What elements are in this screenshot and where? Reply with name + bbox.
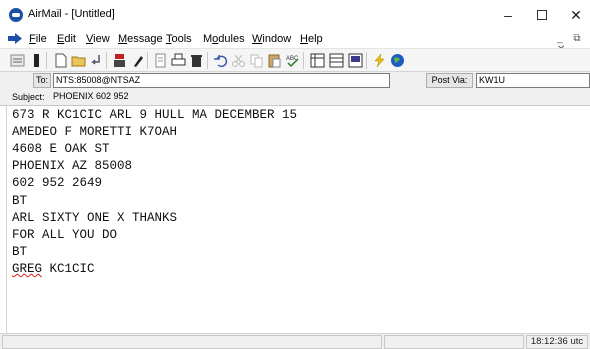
subject-label: Subject: (12, 92, 45, 102)
reply-icon[interactable] (89, 53, 104, 68)
body-line: ARL SIXTY ONE X THANKS (12, 211, 178, 225)
status-cell-main (2, 335, 382, 349)
undo-icon[interactable] (213, 53, 228, 68)
grid-1-icon[interactable] (310, 53, 325, 68)
paste-icon[interactable] (267, 53, 282, 68)
spellcheck-icon[interactable]: ABC (285, 53, 300, 68)
body-line: 602 952 2649 (12, 176, 103, 190)
attach-icon[interactable] (130, 53, 145, 68)
message-body[interactable]: 673 R KC1CIC ARL 9 HULL MA DECEMBER 15 A… (6, 106, 590, 333)
menu-file[interactable]: File (29, 33, 47, 45)
delete-icon[interactable] (189, 53, 204, 68)
open-folder-icon[interactable] (71, 53, 86, 68)
body-line: FOR ALL YOU DO (12, 228, 118, 242)
body-line: BT (12, 194, 28, 208)
post-via-field[interactable]: KW1U (476, 73, 590, 88)
menu-window[interactable]: Window (252, 33, 291, 45)
subject-row: Subject: PHOENIX 602 952 (0, 90, 590, 106)
toolbar-separator (303, 52, 304, 69)
minimize-button[interactable]: – (492, 4, 524, 26)
signature-callsign: KC1CIC (42, 262, 95, 276)
menu-modules[interactable]: Modules (203, 33, 245, 45)
grid-3-icon[interactable] (348, 53, 363, 68)
maximize-icon (537, 10, 547, 20)
utc-clock: 18:12:36 utc (526, 335, 588, 349)
menu-message[interactable]: Message (118, 33, 163, 45)
toolbar-separator (46, 52, 47, 69)
airmail-app-icon (9, 8, 23, 22)
grid-2-icon[interactable] (329, 53, 344, 68)
menu-view[interactable]: View (86, 33, 110, 45)
cut-icon[interactable] (231, 53, 246, 68)
status-bar: 18:12:36 utc (0, 333, 590, 349)
menu-bar: File Edit View Message Tools Modules Win… (0, 30, 590, 55)
body-line: 673 R KC1CIC ARL 9 HULL MA DECEMBER 15 (12, 108, 298, 122)
body-line: 4608 E OAK ST (12, 142, 110, 156)
list-icon[interactable] (10, 53, 25, 68)
menu-tools[interactable]: Tools (166, 33, 192, 45)
arrow-right-icon (8, 33, 22, 44)
subject-field[interactable]: PHOENIX 602 952 (51, 90, 161, 105)
title-bar: AirMail - [Untitled] – ✕ (0, 0, 590, 30)
to-button[interactable]: To: (33, 73, 51, 88)
status-cell-secondary (384, 335, 524, 349)
lightning-icon[interactable] (372, 53, 387, 68)
menu-help[interactable]: Help (300, 33, 323, 45)
toolbar-separator (207, 52, 208, 69)
toolbar-separator (147, 52, 148, 69)
menu-edit[interactable]: Edit (57, 33, 76, 45)
print-icon[interactable] (171, 53, 186, 68)
toolbar-separator (366, 52, 367, 69)
maximize-button[interactable] (526, 4, 558, 26)
copy-icon[interactable] (249, 53, 264, 68)
send-icon[interactable] (112, 53, 127, 68)
body-line: AMEDEO F MORETTI K7OAH (12, 125, 178, 139)
window-title: AirMail - [Untitled] (28, 8, 115, 20)
toolbar: ABC (0, 48, 590, 72)
post-via-button[interactable]: Post Via: (426, 73, 473, 88)
close-button[interactable]: ✕ (560, 4, 590, 26)
globe-icon[interactable] (390, 53, 405, 68)
new-document-icon[interactable] (53, 53, 68, 68)
bookmark-icon[interactable] (29, 53, 44, 68)
body-line: BT (12, 245, 28, 259)
body-signature-line: GREG KC1CIC (12, 262, 95, 276)
misspelled-word: GREG (12, 262, 43, 276)
to-field[interactable]: NTS:85008@NTSAZ (53, 73, 390, 88)
toolbar-separator (106, 52, 107, 69)
body-line: PHOENIX AZ 85008 (12, 159, 133, 173)
print-preview-icon[interactable] (153, 53, 168, 68)
address-row: To: NTS:85008@NTSAZ Post Via: KW1U (0, 72, 590, 90)
